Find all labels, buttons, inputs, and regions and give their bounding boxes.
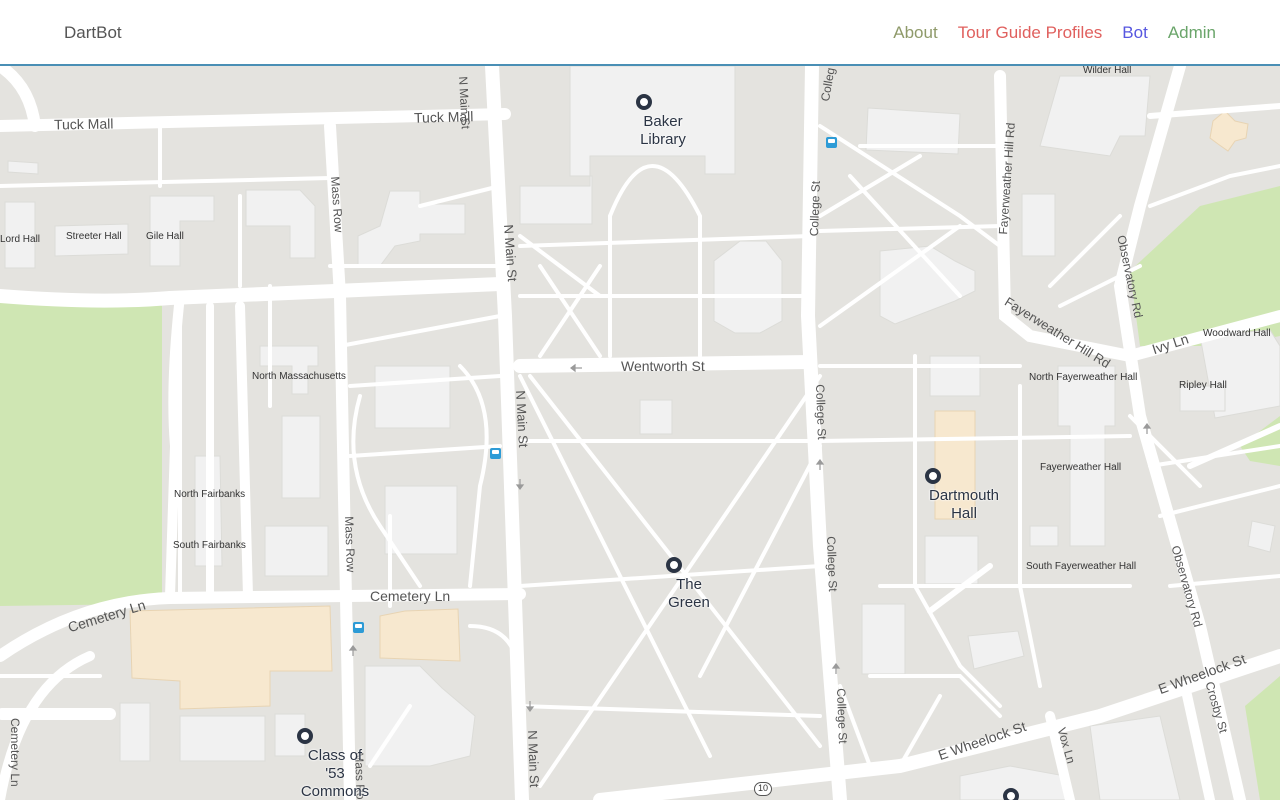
building-label-lord-hall: Lord Hall <box>0 234 41 245</box>
building-label-south-fayerweather-hall: South Fayerweather Hall <box>1026 561 1137 572</box>
brand-link[interactable]: DartBot <box>64 23 122 43</box>
navbar: DartBot About Tour Guide Profiles Bot Ad… <box>0 0 1280 66</box>
street-label-mass-row-2: Mass Row <box>342 516 358 573</box>
map-pin-baker-library[interactable] <box>636 94 652 110</box>
building-label-north-fairbanks: North Fairbanks <box>174 489 246 500</box>
street-label-wentworth-st: Wentworth St <box>621 358 705 374</box>
map-pin-the-green[interactable] <box>666 557 682 573</box>
nav-link-tour-guide-profiles[interactable]: Tour Guide Profiles <box>958 23 1103 43</box>
route-10-shield: 10 <box>754 782 772 796</box>
building-label-streeter-hall: Streeter Hall <box>66 231 122 242</box>
poi-label-dartmouth-hall: Dartmouth Hall <box>928 487 1000 522</box>
building-label-gile-hall: Gile Hall <box>146 231 184 242</box>
street-label-n-main-st-1: N Main St <box>456 76 473 130</box>
street-label-cemetery-ln-south: Cemetery Ln <box>8 718 22 787</box>
street-label-college-st-3: College St <box>824 536 840 592</box>
nav-link-about[interactable]: About <box>893 23 937 43</box>
street-label-cemetery-ln-east: Cemetery Ln <box>370 588 451 604</box>
poi-label-class-53-commons: Class of '53 Commons <box>300 747 370 800</box>
bus-stop-icon[interactable] <box>826 137 837 148</box>
street-label-college-st-1: College St <box>807 180 823 237</box>
street-label-college-st-2: College St <box>813 384 829 440</box>
bus-stop-icon[interactable] <box>490 448 501 459</box>
poi-label-the-green: The Green <box>668 576 710 611</box>
street-label-n-main-st-4: N Main St <box>525 730 542 788</box>
nav-link-bot[interactable]: Bot <box>1122 23 1148 43</box>
campus-map[interactable]: Tuck Mall Tuck Mall N Main St N Main St … <box>0 66 1280 800</box>
building-label-south-fairbanks: South Fairbanks <box>173 540 246 551</box>
nav-links: About Tour Guide Profiles Bot Admin <box>893 23 1216 43</box>
building-label-woodward-hall: Woodward Hall <box>1203 328 1271 339</box>
building-label-ripley-hall: Ripley Hall <box>1179 380 1227 391</box>
building-label-north-fayerweather-hall: North Fayerweather Hall <box>1029 372 1138 383</box>
poi-label-baker-library: Baker Library <box>640 113 686 148</box>
map-pin-class-53-commons[interactable] <box>297 728 313 744</box>
street-label-n-main-st-3: N Main St <box>513 390 531 448</box>
bus-stop-icon[interactable] <box>353 622 364 633</box>
map-pin[interactable] <box>1003 788 1019 800</box>
street-label-college-st-4: College St <box>834 688 850 744</box>
map-pin-dartmouth-hall[interactable] <box>925 468 941 484</box>
map-canvas <box>0 66 1280 800</box>
building-label-wilder-hall: Wilder Hall <box>1083 66 1132 76</box>
building-label-north-massachusetts: North Massachusetts <box>252 371 346 382</box>
building-label-fayerweather-hall: Fayerweather Hall <box>1040 462 1122 473</box>
street-label-tuck-mall-west: Tuck Mall <box>53 115 114 133</box>
nav-link-admin[interactable]: Admin <box>1168 23 1216 43</box>
